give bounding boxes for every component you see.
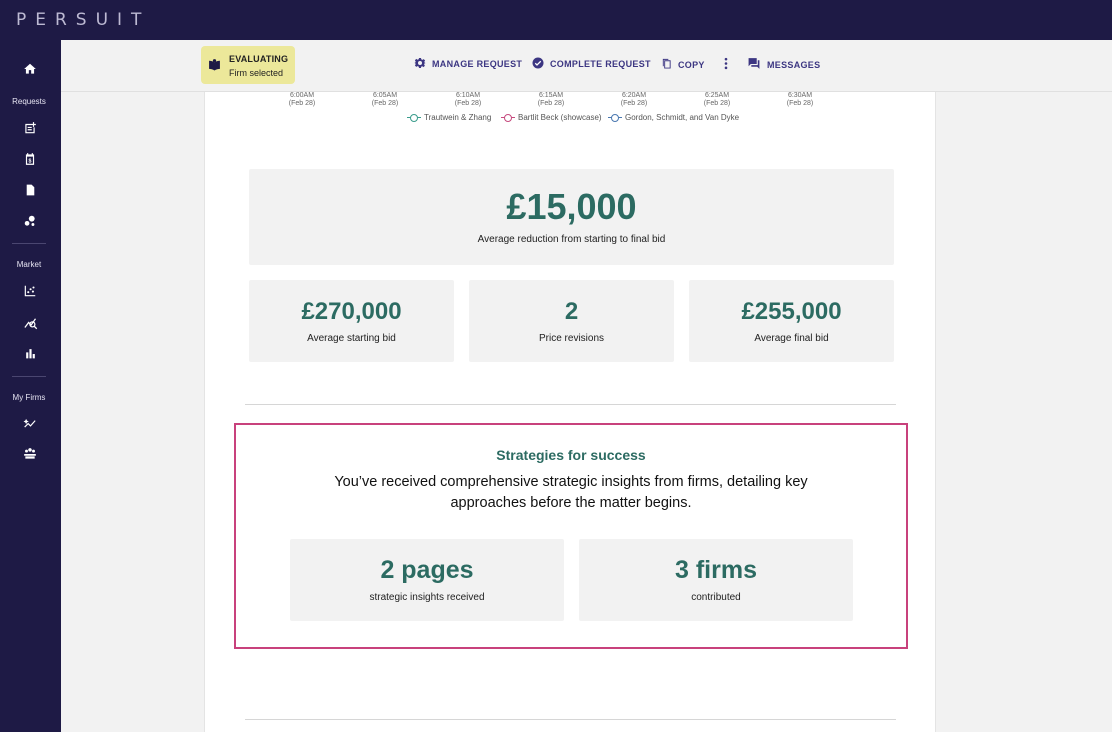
bubbles-icon[interactable]: [18, 209, 42, 233]
top-bar: PERSUIT: [0, 0, 1112, 40]
home-icon[interactable]: [18, 57, 42, 81]
section-divider: [245, 719, 896, 720]
messages-label: MESSAGES: [767, 59, 821, 70]
check-circle-icon: [532, 57, 544, 71]
strategy-pages-label: strategic insights received: [369, 592, 485, 603]
team-icon[interactable]: [18, 442, 42, 466]
average-reduction-value: £15,000: [506, 186, 637, 227]
bar-chart-icon[interactable]: [18, 341, 42, 365]
strategy-firms-box[interactable]: 3 firms contributed: [579, 539, 853, 621]
sidebar-section-my-firms: My Firms: [12, 393, 46, 402]
x-tick-label: 6:30AM (Feb 28): [786, 92, 814, 107]
x-tick-label: 6:00AM (Feb 28): [288, 92, 316, 107]
copy-icon: [661, 57, 672, 72]
legend-label: Bartlit Beck (showcase): [518, 113, 602, 122]
manage-request-label: MANAGE REQUEST: [432, 59, 523, 69]
average-starting-bid-value: £270,000: [301, 298, 402, 325]
section-divider: [245, 404, 896, 405]
book-icon: [208, 58, 221, 76]
new-request-icon[interactable]: [18, 116, 42, 140]
price-revisions-value: 2: [564, 298, 579, 325]
legend-marker-icon: [608, 113, 622, 122]
legend-label: Trautwein & Zhang: [424, 113, 492, 122]
average-starting-bid-label: Average starting bid: [307, 333, 396, 344]
x-tick-label: 6:20AM (Feb 28): [620, 92, 648, 107]
sidebar-section-market: Market: [16, 260, 42, 269]
svg-text:$: $: [29, 159, 32, 165]
status-chip[interactable]: EVALUATING Firm selected: [201, 46, 295, 84]
average-final-bid-box: £255,000 Average final bid: [689, 280, 894, 362]
strategy-pages-box[interactable]: 2 pages strategic insights received: [290, 539, 564, 621]
strategies-section: Strategies for success You’ve received c…: [234, 423, 908, 649]
sidebar-divider: [12, 376, 46, 377]
market-search-icon[interactable]: [18, 310, 42, 334]
sidebar-divider: [12, 243, 46, 244]
price-revisions-box: 2 Price revisions: [469, 280, 674, 362]
action-bar: EVALUATING Firm selected MANAGE REQUEST …: [61, 40, 1112, 92]
strategies-title: Strategies for success: [496, 447, 646, 463]
manage-request-button[interactable]: MANAGE REQUEST: [414, 57, 522, 71]
x-tick-label: 6:10AM (Feb 28): [454, 92, 482, 107]
status-state: EVALUATING: [229, 54, 289, 64]
vertical-dots-icon: [723, 57, 729, 72]
chat-icon: [747, 57, 761, 72]
status-detail: Firm selected: [229, 68, 284, 78]
gear-icon: [414, 57, 426, 71]
persuit-logo[interactable]: PERSUIT: [16, 10, 150, 30]
strategies-description: You’ve received comprehensive strategic …: [334, 474, 808, 511]
chart-legend-item[interactable]: Gordon, Schmidt, and Van Dyke: [608, 113, 739, 122]
scatter-chart-icon[interactable]: [18, 279, 42, 303]
sidebar-section-requests: Requests: [12, 97, 46, 106]
messages-button[interactable]: MESSAGES: [747, 57, 820, 72]
legend-label: Gordon, Schmidt, and Van Dyke: [625, 113, 740, 122]
average-reduction-label: Average reduction from starting to final…: [477, 234, 666, 245]
complete-request-label: COMPLETE REQUEST: [550, 59, 651, 69]
more-options-button[interactable]: [723, 57, 729, 72]
price-revisions-label: Price revisions: [538, 333, 605, 344]
chart-legend-item[interactable]: Trautwein & Zhang: [407, 113, 491, 122]
chart-legend-item[interactable]: Bartlit Beck (showcase): [501, 113, 602, 122]
x-tick-label: 6:05AM (Feb 28): [371, 92, 399, 107]
strategy-pages-value: 2 pages: [380, 556, 474, 584]
average-final-bid-value: £255,000: [741, 298, 842, 325]
sidebar: Requests $ Market My Firms: [0, 40, 61, 732]
average-reduction-box: £15,000 Average reduction from starting …: [249, 169, 894, 265]
average-starting-bid-box: £270,000 Average starting bid: [249, 280, 454, 362]
copy-button[interactable]: COPY: [661, 57, 705, 72]
average-final-bid-label: Average final bid: [754, 333, 829, 344]
x-tick-label: 6:25AM (Feb 28): [703, 92, 731, 107]
report-card: 6:00AM (Feb 28) 6:05AM (Feb 28) 6:10AM (Feb…: [204, 92, 936, 732]
copy-label: COPY: [678, 59, 705, 70]
legend-marker-icon: [407, 113, 421, 122]
strategy-firms-label: contributed: [691, 592, 741, 603]
trend-sparkle-icon[interactable]: [18, 411, 42, 435]
x-tick-label: 6:15AM (Feb 28): [537, 92, 565, 107]
document-icon[interactable]: [18, 178, 42, 202]
legend-marker-icon: [501, 113, 515, 122]
pricing-calendar-icon[interactable]: $: [18, 147, 42, 171]
strategy-firms-value: 3 firms: [675, 556, 757, 584]
complete-request-button[interactable]: COMPLETE REQUEST: [532, 57, 651, 71]
